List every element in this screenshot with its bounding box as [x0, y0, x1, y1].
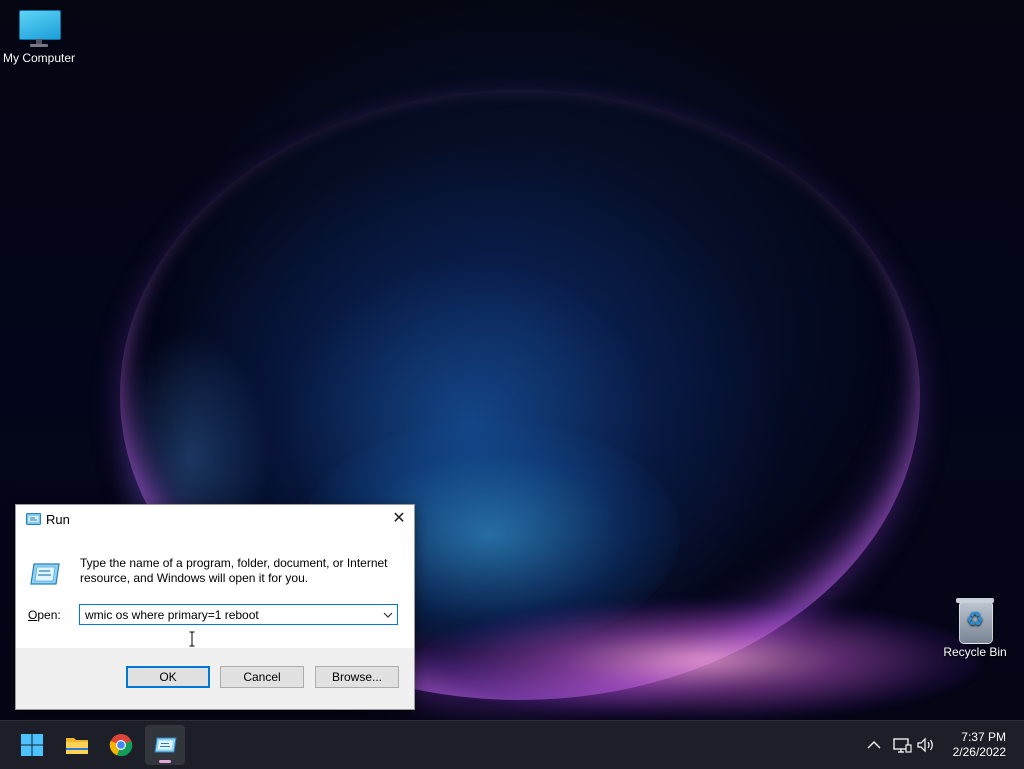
close-icon: ✕: [392, 510, 406, 527]
run-icon: [154, 737, 177, 753]
volume-icon[interactable]: [916, 735, 936, 755]
desktop-icon-recycle-bin[interactable]: ♻ Recycle Bin: [936, 598, 1014, 659]
windows-start-icon: [21, 734, 43, 756]
cancel-button[interactable]: Cancel: [220, 666, 304, 688]
active-indicator: [159, 760, 171, 763]
taskbar-chrome[interactable]: [101, 725, 141, 765]
i-beam-cursor-icon: [189, 631, 195, 647]
desktop-icon-label: My Computer: [2, 51, 76, 65]
folder-icon: [66, 738, 88, 754]
ok-button[interactable]: OK: [126, 666, 210, 688]
desktop-icon-label: Recycle Bin: [943, 645, 1007, 659]
clock-time: 7:37 PM: [961, 730, 1006, 744]
browse-button[interactable]: Browse...: [315, 666, 399, 688]
taskbar-file-explorer[interactable]: [57, 725, 97, 765]
run-dialog: Run ✕ Type the name of a program, folder…: [15, 504, 415, 710]
clock[interactable]: 7:37 PM 2/26/2022: [936, 730, 1006, 760]
chevron-up-icon[interactable]: [864, 735, 884, 755]
taskbar-start-button[interactable]: [12, 725, 52, 765]
run-program-icon: [30, 563, 60, 585]
open-label: Open:: [28, 608, 61, 622]
run-icon: [26, 513, 41, 525]
run-titlebar[interactable]: Run ✕: [16, 505, 414, 534]
run-dialog-title: Run: [46, 512, 70, 527]
run-dialog-body: Type the name of a program, folder, docu…: [16, 534, 414, 648]
command-combobox[interactable]: wmic os where primary=1 reboot: [79, 604, 398, 625]
computer-icon: [19, 10, 61, 48]
clock-date: 2/26/2022: [952, 745, 1006, 759]
chrome-icon: [109, 734, 133, 757]
taskbar: 7:37 PM 2/26/2022: [0, 720, 1024, 769]
close-button[interactable]: ✕: [384, 505, 414, 534]
recycle-bin-icon: ♻: [956, 598, 994, 644]
command-input[interactable]: wmic os where primary=1 reboot: [85, 608, 259, 622]
taskbar-run[interactable]: [145, 725, 185, 765]
run-description: Type the name of a program, folder, docu…: [80, 556, 388, 585]
system-tray: 7:37 PM 2/26/2022: [860, 721, 1024, 769]
network-icon[interactable]: [892, 735, 912, 755]
desktop-icon-my-computer[interactable]: My Computer: [0, 10, 78, 65]
chevron-down-icon[interactable]: [382, 608, 394, 621]
run-dialog-footer: OK Cancel Browse...: [16, 648, 414, 709]
